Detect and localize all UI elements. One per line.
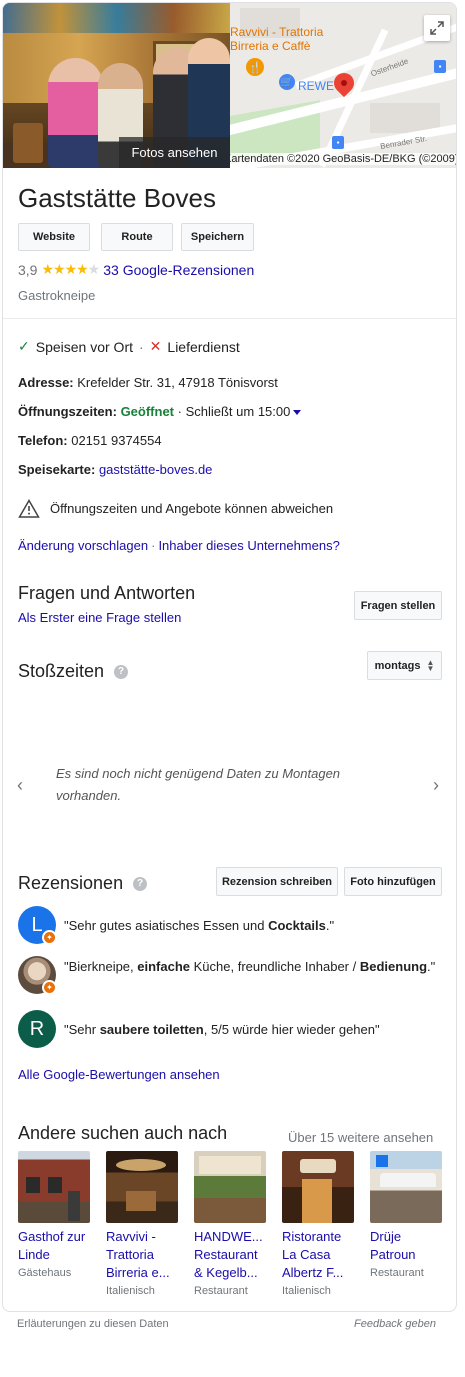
knowledge-panel: Fotos ansehen Ravvivi - Trattoria Birrer… [2, 2, 457, 1312]
reviews-link[interactable]: 33 Google-Rezensionen [103, 262, 254, 278]
business-name: Gaststätte Boves [18, 183, 216, 213]
add-photo-button[interactable]: Foto hinzufügen [344, 867, 442, 896]
place-type: Gästehaus [18, 1267, 72, 1279]
map-store-label: REWE [298, 79, 334, 93]
related-place[interactable]: Drüje Patroun Restaurant [370, 1151, 444, 1282]
menu-link[interactable]: gaststätte-boves.de [99, 462, 212, 477]
chevron-left-icon[interactable]: ‹ [17, 775, 23, 796]
place-thumbnail [282, 1151, 354, 1223]
star-rating: ★★★★★ [41, 261, 100, 277]
ask-question-button[interactable]: Fragen stellen [354, 591, 442, 620]
open-status: Geöffnet [120, 404, 175, 419]
hours-row[interactable]: Öffnungszeiten: Geöffnet · Schließt um 1… [18, 404, 302, 419]
owner-link[interactable]: Inhaber dieses Unternehmens? [158, 538, 339, 553]
place-thumbnail [106, 1151, 178, 1223]
route-button[interactable]: Route [101, 223, 173, 251]
place-type: Restaurant [194, 1285, 248, 1297]
also-search-title: Andere suchen auch nach [18, 1123, 228, 1143]
delivery-label: Lieferdienst [167, 338, 240, 355]
related-place[interactable]: Ristorante La Casa Albertz F... Italieni… [282, 1151, 356, 1300]
caret-down-icon[interactable] [293, 410, 302, 416]
related-place[interactable]: Ravvivi - Trattoria Birreria e... Italie… [106, 1151, 180, 1300]
address-value: Krefelder Str. 31, 47918 Tönisvorst [77, 375, 278, 390]
bus-stop-icon: ▪ [332, 136, 344, 149]
popular-times-title: Stoßzeiten? [18, 661, 129, 682]
first-question-link[interactable]: Als Erster eine Frage stellen [18, 610, 181, 625]
divider [3, 318, 456, 319]
bus-stop-icon: ▪ [434, 60, 446, 73]
write-review-button[interactable]: Rezension schreiben [216, 867, 338, 896]
place-name: Ravvivi - Trattoria Birreria e... [106, 1229, 170, 1280]
review-text: "Sehr saubere toiletten, 5/5 würde hier … [64, 1022, 380, 1037]
place-name: HANDWE... Restaurant & Kegelb... [194, 1229, 263, 1280]
phone-row: Telefon: 02151 9374554 [18, 433, 162, 448]
category: Gastrokneipe [18, 288, 96, 303]
expand-icon[interactable] [424, 15, 450, 41]
business-photo[interactable]: Fotos ansehen [3, 3, 230, 168]
reviews-title: Rezensionen? [18, 873, 148, 894]
photos-button[interactable]: Fotos ansehen [119, 137, 230, 168]
related-place[interactable]: HANDWE... Restaurant & Kegelb... Restaur… [194, 1151, 268, 1300]
review-text: "Sehr gutes asiatisches Essen und Cockta… [64, 918, 335, 933]
data-explanation-link[interactable]: Erläuterungen zu diesen Daten [17, 1318, 169, 1330]
check-icon: ✓ [18, 338, 30, 354]
avatar: R [18, 1010, 56, 1048]
warning-icon [18, 499, 40, 518]
service-options: ✓ Speisen vor Ort · ✕ Lieferdienst [18, 338, 240, 355]
review-item[interactable]: R "Sehr saubere toiletten, 5/5 würde hie… [18, 1010, 444, 1048]
website-button[interactable]: Website [18, 223, 90, 251]
address-row: Adresse: Krefelder Str. 31, 47918 Tönisv… [18, 375, 278, 390]
help-icon[interactable]: ? [114, 665, 129, 680]
place-type: Restaurant [370, 1267, 424, 1279]
save-button[interactable]: Speichern [181, 223, 254, 251]
map-thumbnail[interactable]: Ravvivi - Trattoria Birreria e Caffè 🍴 🛒… [230, 3, 456, 168]
edit-links: Änderung vorschlagen · Inhaber dieses Unte… [18, 538, 340, 553]
review-text: "Bierkneipe, einfache Küche, freundliche… [64, 959, 436, 974]
shopping-cart-icon: 🛒 [279, 74, 295, 90]
qa-title: Fragen und Antworten [18, 583, 196, 603]
all-reviews-link[interactable]: Alle Google-Bewertungen ansehen [18, 1067, 220, 1082]
place-thumbnail [194, 1151, 266, 1223]
review-item[interactable]: ✦ "Bierkneipe, einfache Küche, freundlic… [18, 956, 444, 995]
up-down-icon: ▲ ▼ [426, 657, 435, 673]
place-name: Ristorante La Casa Albertz F... [282, 1229, 344, 1280]
dine-in-label: Speisen vor Ort [35, 338, 133, 355]
local-guide-badge-icon: ✦ [42, 930, 57, 945]
cross-icon: ✕ [149, 338, 162, 354]
popular-times-message: Es sind noch nicht genügend Daten zu Mon… [56, 766, 341, 803]
menu-row: Speisekarte: gaststätte-boves.de [18, 462, 213, 477]
related-place[interactable]: Gasthof zur Linde Gästehaus [18, 1151, 92, 1282]
avatar: L ✦ [18, 906, 57, 945]
place-name: Drüje Patroun [370, 1229, 416, 1262]
day-select[interactable]: montags ▲ ▼ [367, 651, 442, 680]
help-icon[interactable]: ? [133, 877, 148, 892]
place-thumbnail [18, 1151, 90, 1223]
rating-value: 3,9 [18, 261, 38, 278]
local-guide-badge-icon: ✦ [42, 980, 57, 995]
place-name: Gasthof zur Linde [18, 1229, 86, 1262]
closing-time: · Schließt um 15:00 [177, 404, 291, 419]
chevron-right-icon[interactable]: › [433, 775, 439, 796]
place-type: Italienisch [282, 1285, 331, 1297]
phone-value[interactable]: 02151 9374554 [71, 433, 161, 448]
map-poi-label: Ravvivi - Trattoria Birreria e Caffè [230, 25, 324, 53]
rating-row: 3,9 ★★★★★ 33 Google-Rezensionen [18, 261, 254, 278]
avatar: ✦ [18, 956, 57, 995]
hero: Fotos ansehen Ravvivi - Trattoria Birrer… [3, 3, 456, 168]
place-thumbnail [370, 1151, 442, 1223]
feedback-link[interactable]: Feedback geben [354, 1318, 436, 1330]
see-more-link[interactable]: Über 15 weitere ansehen [288, 1130, 433, 1145]
warning-row: Öffnungszeiten und Angebote können abwei… [18, 499, 333, 518]
restaurant-icon: 🍴 [246, 58, 264, 76]
place-type: Italienisch [106, 1285, 155, 1297]
map-copyright: Kartendaten ©2020 GeoBasis-DE/BKG (©2009… [230, 153, 456, 165]
suggest-edit-link[interactable]: Änderung vorschlagen [18, 538, 148, 553]
review-item[interactable]: L ✦ "Sehr gutes asiatisches Essen und Co… [18, 906, 444, 945]
